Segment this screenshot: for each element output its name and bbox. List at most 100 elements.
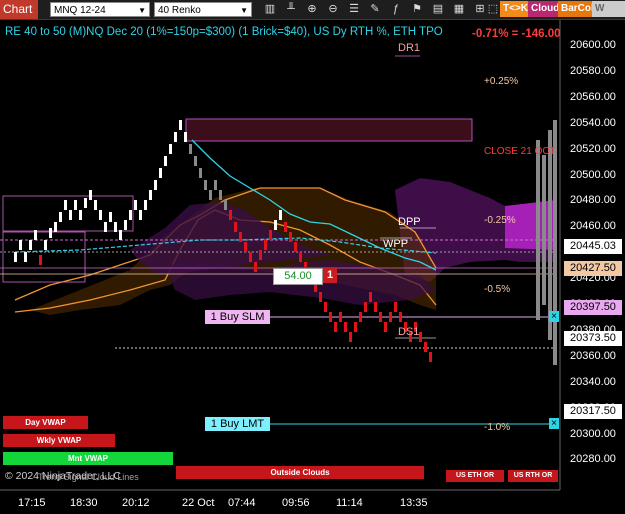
renko-brick [259,250,262,260]
price-marker[interactable]: 20445.03 [564,238,622,254]
renko-brick [299,252,302,262]
chevron-down-icon: ▼ [240,6,248,15]
us-rth-or-button[interactable]: US RTH OR [508,470,558,482]
renko-brick [54,222,57,232]
day-vwap-button[interactable]: Day VWAP [3,416,88,429]
renko-brick [199,168,202,178]
renko-brick [424,342,427,352]
instrument-value: MNQ 12-24 [54,5,106,16]
renko-brick [154,180,157,190]
cancel-lmt-icon[interactable]: × [549,418,559,429]
chart-trader-icon[interactable]: ⬚ [485,1,501,18]
renko-brick [324,302,327,312]
zoom-in-icon[interactable]: ⊕ [304,1,320,18]
renko-brick [49,228,52,238]
dpp-label: DPP [398,216,421,228]
pct-neg2-label: -0.5% [484,284,511,295]
renko-brick [14,252,17,262]
renko-brick [139,210,142,220]
renko-brick [229,210,232,220]
price-marker[interactable]: 20427.50 [564,261,622,277]
price-tick: 20300.00 [570,427,616,440]
renko-brick [134,200,137,210]
renko-brick [329,312,332,322]
time-tick: 17:15 [18,497,46,509]
renko-brick [104,222,107,232]
time-tick: 22 Oct [182,497,215,509]
chart-toolbar: Chart MNQ 12-24 ▼ 40 Renko ▼ ▥ ╨ ⊕ ⊖ ☰ ✎… [0,0,625,30]
renko-brick [364,302,367,312]
renko-brick [274,220,277,230]
cancel-slm-icon[interactable]: × [549,311,559,322]
price-tick: 20280.00 [570,453,616,466]
renko-brick [289,232,292,242]
renko-brick [369,292,372,302]
time-tick: 11:14 [336,497,363,509]
renko-brick [74,200,77,210]
buy-slm-order[interactable]: 1 Buy SLM [205,310,270,324]
renko-brick [339,312,342,322]
profile-bar [548,130,552,340]
position-pnl[interactable]: 54.00 [273,268,323,285]
indicators-icon[interactable]: ƒ [388,1,404,18]
bar-type-value: 40 Renko [158,5,201,16]
renko-brick [149,190,152,200]
renko-brick [64,200,67,210]
barcol-button[interactable]: BarCol [558,1,597,17]
renko-brick [269,230,272,240]
renko-brick [254,262,257,272]
renko-brick [394,302,397,312]
instrument-selector[interactable]: MNQ 12-24 ▼ [50,2,150,17]
chevron-down-icon: ▼ [138,6,146,15]
pct-neg1-label: -0.25% [484,215,516,226]
data-box-icon[interactable]: ▦ [451,1,467,18]
templates-icon[interactable]: ▤ [430,1,446,18]
price-marker[interactable]: 20373.50 [564,331,622,347]
renko-brick [334,322,337,332]
bar-type-selector[interactable]: 40 Renko ▼ [154,2,252,17]
price-tick: 20460.00 [570,220,616,233]
renko-brick [234,222,237,232]
dr1-label: DR1 [398,42,421,54]
renko-brick [19,240,22,250]
pct-neg3-label: -1.0% [484,422,511,433]
mnt-vwap-button[interactable]: Mnt VWAP [3,452,173,465]
position-qty[interactable]: 1 [323,268,337,283]
renko-brick [109,212,112,222]
renko-brick [94,200,97,210]
time-tick: 09:56 [282,497,310,509]
strategies-icon[interactable]: ⚑ [409,1,425,18]
renko-brick [179,120,182,130]
properties-icon[interactable]: ☰ [346,1,362,18]
price-tick: 20360.00 [570,349,616,362]
renko-brick [279,210,282,220]
bar-style-icon[interactable]: ▥ [262,1,278,18]
profile-bar [542,155,546,305]
renko-brick [69,210,72,220]
chart-title-tab[interactable]: Chart [0,0,38,19]
pct-pos-label: +0.25% [484,76,519,87]
renko-brick [169,144,172,154]
vwap-button[interactable]: W VWAP [592,1,625,30]
price-marker[interactable]: 20397.50 [564,300,622,316]
chart-style-icon[interactable]: ╨ [283,1,299,18]
time-tick: 20:12 [122,497,150,509]
drawing-tools-icon[interactable]: ✎ [367,1,383,18]
renko-brick [319,292,322,302]
tk-button[interactable]: T<>K [500,1,532,17]
renko-brick [399,312,402,322]
renko-brick [29,240,32,250]
us-eth-or-button[interactable]: US ETH OR [446,470,504,482]
close-label: CLOSE 21 OCT [484,146,556,157]
price-marker[interactable]: 20317.50 [564,403,622,419]
wkly-vwap-button[interactable]: Wkly VWAP [3,434,115,447]
renko-brick [284,222,287,232]
renko-brick [429,352,432,362]
price-tick: 20580.00 [570,64,616,77]
price-tick: 20520.00 [570,142,616,155]
renko-brick [114,222,117,232]
zoom-out-icon[interactable]: ⊖ [325,1,341,18]
renko-brick [379,312,382,322]
outside-clouds-button[interactable]: Outside Clouds [176,466,424,479]
buy-lmt-order[interactable]: 1 Buy LMT [205,417,270,431]
